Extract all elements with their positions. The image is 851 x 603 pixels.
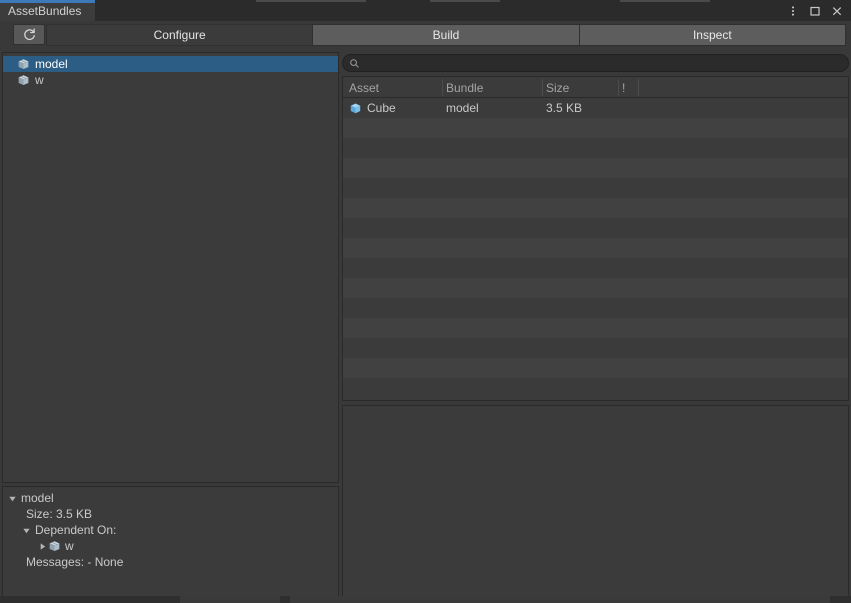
asset-list-header: Asset Bundle Size ! bbox=[343, 77, 848, 98]
tab-inspect[interactable]: Inspect bbox=[578, 24, 846, 46]
bottom-strip-segment-2 bbox=[290, 596, 830, 603]
cell-size: 3.5 KB bbox=[546, 101, 583, 115]
bundle-tree-item-label: model bbox=[35, 57, 68, 71]
close-icon[interactable] bbox=[827, 1, 847, 21]
table-row-empty bbox=[343, 178, 848, 198]
asset-search-field[interactable] bbox=[342, 54, 849, 72]
maximize-icon[interactable] bbox=[805, 1, 825, 21]
table-row-empty bbox=[343, 298, 848, 318]
tab-assetbundles-label: AssetBundles bbox=[8, 4, 82, 18]
refresh-button[interactable] bbox=[13, 24, 45, 45]
tab-bar-background bbox=[0, 0, 851, 21]
bundle-detail-list: model Size: 3.5 KB Dependent On: w Messa… bbox=[3, 490, 338, 570]
table-row-empty bbox=[343, 318, 848, 338]
column-separator-1[interactable] bbox=[442, 79, 443, 96]
tab-active-accent bbox=[0, 0, 95, 3]
bottom-strip-segment-1 bbox=[180, 596, 280, 603]
detail-row-label: Messages: - None bbox=[26, 555, 124, 569]
column-separator-2[interactable] bbox=[542, 79, 543, 96]
column-separator-3[interactable] bbox=[618, 79, 619, 96]
asset-detail-panel bbox=[342, 405, 849, 599]
asset-list-panel: Asset Bundle Size ! Cube model 3.5 KB bbox=[342, 76, 849, 401]
bundle-tree-item-label: w bbox=[35, 73, 44, 87]
bundle-icon bbox=[17, 74, 30, 87]
table-row-empty bbox=[343, 258, 848, 278]
window-tab-bar: AssetBundles bbox=[0, 0, 851, 21]
detail-row-label: model bbox=[21, 491, 54, 505]
chevron-right-icon[interactable] bbox=[37, 541, 48, 552]
bundle-tree-panel: model w bbox=[2, 52, 339, 483]
toolbar: Configure Build Inspect bbox=[0, 21, 851, 49]
column-header-asset[interactable]: Asset bbox=[349, 81, 379, 95]
tab-assetbundles[interactable]: AssetBundles bbox=[0, 0, 95, 21]
table-row-empty bbox=[343, 118, 848, 138]
detail-row-size: Size: 3.5 KB bbox=[3, 506, 338, 522]
column-separator-4[interactable] bbox=[638, 79, 639, 96]
detail-row-dependent-on[interactable]: Dependent On: bbox=[3, 522, 338, 538]
table-row-empty bbox=[343, 338, 848, 358]
search-input[interactable] bbox=[364, 56, 848, 70]
cell-asset-label: Cube bbox=[367, 101, 396, 115]
detail-row-label: Size: 3.5 KB bbox=[26, 507, 93, 521]
tab-configure-label: Configure bbox=[153, 28, 206, 42]
detail-row-messages: Messages: - None bbox=[3, 554, 338, 570]
table-row[interactable]: Cube model 3.5 KB bbox=[343, 98, 848, 118]
tab-inspect-label: Inspect bbox=[692, 28, 732, 42]
tab-ghost-divider-3 bbox=[620, 0, 710, 2]
bundle-tree-list: model w bbox=[3, 56, 338, 88]
bundle-detail-panel: model Size: 3.5 KB Dependent On: w Messa… bbox=[2, 486, 339, 599]
tab-configure[interactable]: Configure bbox=[46, 24, 313, 46]
cell-asset: Cube bbox=[349, 101, 396, 115]
tab-build[interactable]: Build bbox=[312, 24, 579, 46]
assetbundle-browser-window: AssetBundles Configure Build Inspect mod… bbox=[0, 0, 851, 603]
table-row-empty bbox=[343, 358, 848, 378]
table-row-empty bbox=[343, 378, 848, 398]
bundle-icon bbox=[17, 58, 30, 71]
table-row-empty bbox=[343, 198, 848, 218]
bundle-tree-item-w[interactable]: w bbox=[3, 72, 338, 88]
table-row-empty bbox=[343, 238, 848, 258]
column-header-bundle[interactable]: Bundle bbox=[446, 81, 483, 95]
table-row-empty bbox=[343, 218, 848, 238]
chevron-down-icon[interactable] bbox=[21, 525, 32, 536]
detail-row-model[interactable]: model bbox=[3, 490, 338, 506]
tab-build-label: Build bbox=[432, 28, 460, 42]
window-controls bbox=[783, 0, 847, 21]
bundle-tree-item-model[interactable]: model bbox=[3, 56, 338, 72]
chevron-down-icon[interactable] bbox=[7, 493, 18, 504]
column-header-size[interactable]: Size bbox=[546, 81, 569, 95]
detail-row-dependency-w[interactable]: w bbox=[3, 538, 338, 554]
detail-row-label: Dependent On: bbox=[35, 523, 117, 537]
kebab-menu-icon[interactable] bbox=[783, 1, 803, 21]
table-row-empty bbox=[343, 278, 848, 298]
cell-bundle: model bbox=[446, 101, 479, 115]
detail-row-label: w bbox=[65, 539, 74, 553]
asset-list-rows: Cube model 3.5 KB bbox=[343, 98, 848, 398]
table-row-empty bbox=[343, 158, 848, 178]
bundle-icon bbox=[48, 540, 61, 553]
column-header-flag[interactable]: ! bbox=[622, 81, 625, 95]
tab-ghost-divider-1 bbox=[256, 0, 366, 2]
cube-icon bbox=[349, 102, 362, 115]
tab-ghost-divider-2 bbox=[430, 0, 500, 2]
search-icon bbox=[349, 58, 360, 69]
table-row-empty bbox=[343, 138, 848, 158]
mode-tab-group: Configure Build Inspect bbox=[46, 24, 846, 46]
window-bottom-strip bbox=[0, 596, 851, 603]
